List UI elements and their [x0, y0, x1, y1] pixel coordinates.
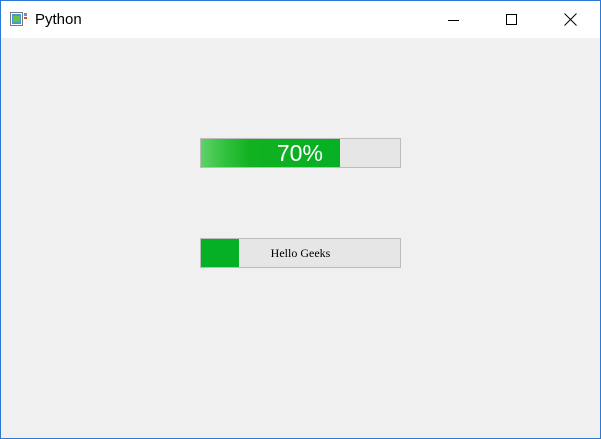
minimize-icon — [448, 19, 459, 21]
window-title: Python — [35, 11, 82, 28]
minimize-button[interactable] — [425, 1, 483, 38]
client-area: 70% Hello Geeks — [1, 38, 600, 438]
close-button[interactable] — [541, 1, 599, 38]
progress-bar-text: Hello Geeks — [200, 238, 401, 268]
title-bar[interactable]: Python — [1, 1, 600, 38]
progress-bar-label: 70% — [276, 139, 323, 166]
maximize-button[interactable] — [483, 1, 541, 38]
app-window: Python 70% Hello Geeks — [0, 0, 601, 439]
progress-bar-percent: 70% — [200, 138, 401, 168]
close-icon — [563, 13, 577, 26]
app-icon — [10, 12, 27, 26]
progress-bar-label: Hello Geeks — [270, 245, 331, 260]
maximize-icon — [506, 13, 517, 25]
